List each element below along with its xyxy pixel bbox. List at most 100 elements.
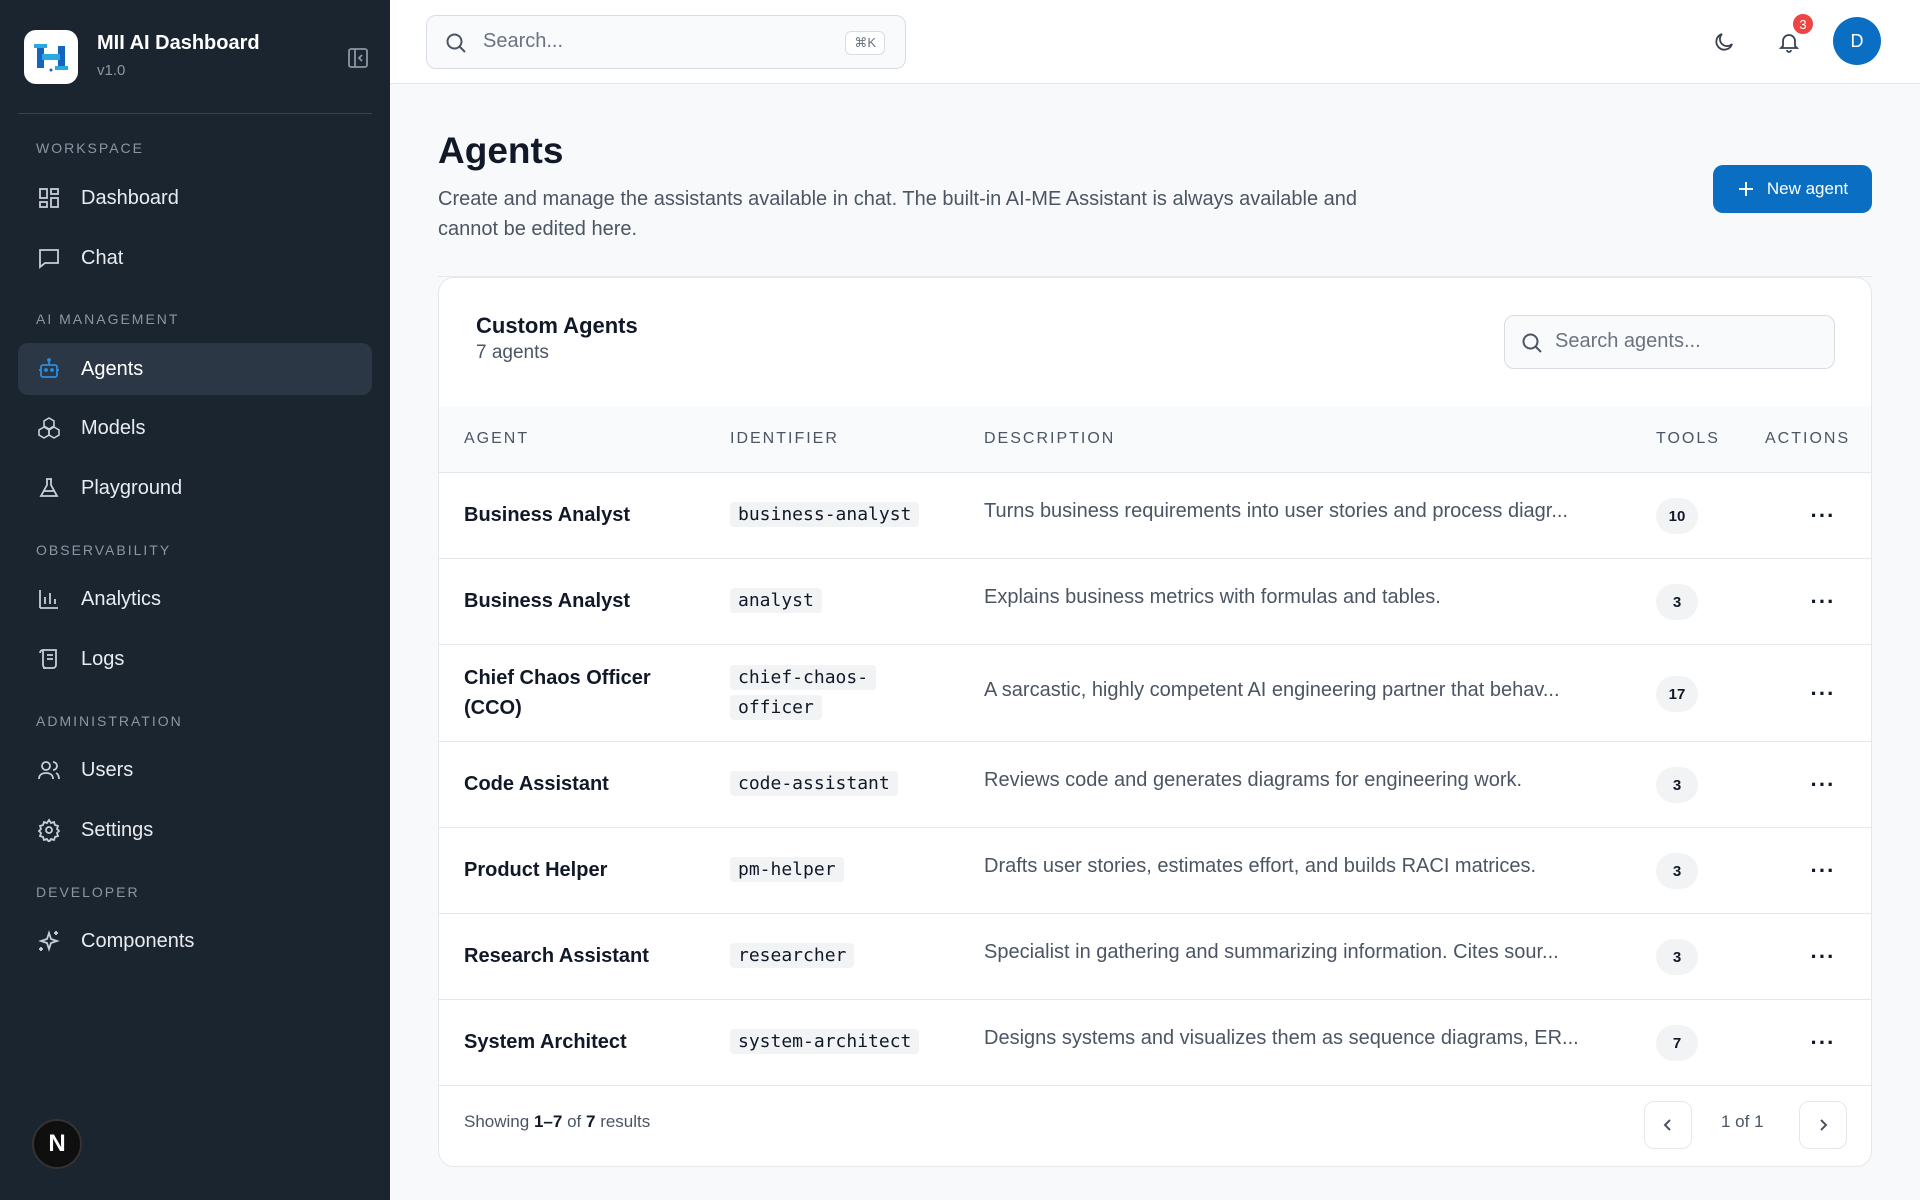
sidebar-item-models[interactable]: Models [18,402,372,454]
sidebar-item-playground[interactable]: Playground [18,462,372,514]
notification-count-badge: 3 [1791,12,1815,36]
theme-toggle-button[interactable] [1706,24,1742,60]
row-actions-menu-button[interactable]: ··· [1805,939,1841,975]
table-row[interactable]: Product Helper pm-helper Drafts user sto… [439,828,1871,914]
pagination-summary: Showing 1–7 of 7 results [464,1112,651,1131]
scroll-icon [36,646,62,672]
row-actions-menu-button[interactable]: ··· [1805,676,1841,712]
column-header-tools[interactable]: TOOLS [1656,430,1720,448]
sidebar-toggle-icon [348,48,368,68]
agent-search-input[interactable]: Search agents... [1504,315,1835,369]
sidebar: MII AI Dashboard v1.0 WORKSPACE Dashboar… [0,0,390,1200]
agent-description: Explains business metrics with formulas … [984,586,1441,608]
agent-identifier: chief-chaos-officer [730,663,880,723]
sidebar-item-label: Playground [81,476,183,499]
table-row[interactable]: System Architect system-architect Design… [439,1000,1871,1086]
flask-icon [36,475,62,501]
row-actions-menu-button[interactable]: ··· [1805,498,1841,534]
row-actions-menu-button[interactable]: ··· [1805,853,1841,889]
agent-identifier: analyst [730,586,970,616]
search-icon [445,32,467,59]
sidebar-item-label: Logs [81,647,125,670]
agent-description: Designs systems and visualizes them as s… [984,1027,1579,1049]
brand-version: v1.0 [97,62,126,79]
sidebar-item-logs[interactable]: Logs [18,633,372,685]
dashboard-grid-icon [36,185,62,211]
row-actions-menu-button[interactable]: ··· [1805,584,1841,620]
sidebar-item-analytics[interactable]: Analytics [18,573,372,625]
agent-identifier: business-analyst [730,500,970,530]
sidebar-item-label: Users [81,758,134,781]
agent-name: Code Assistant [464,773,609,795]
collapse-sidebar-button[interactable] [344,44,372,72]
column-header-identifier[interactable]: IDENTIFIER [730,430,839,448]
tools-count-badge: 10 [1656,498,1698,534]
table-row[interactable]: Chief Chaos Officer (CCO) chief-chaos-of… [439,645,1871,742]
table-row[interactable]: Business Analyst analyst Explains busine… [439,559,1871,645]
bar-chart-icon [36,586,62,612]
sidebar-item-label: Models [81,416,146,439]
robot-icon [36,356,62,382]
tools-count-badge: 3 [1656,853,1698,889]
table-row[interactable]: Code Assistant code-assistant Reviews co… [439,742,1871,828]
agent-identifier: code-assistant [730,769,970,799]
row-actions-menu-button[interactable]: ··· [1805,767,1841,803]
section-label-workspace: WORKSPACE [36,140,144,156]
sidebar-item-agents[interactable]: Agents [18,343,372,395]
search-icon [1521,332,1543,359]
search-shortcut-hint: ⌘K [845,31,885,55]
agent-name: Business Analyst [464,504,630,526]
tools-count-badge: 3 [1656,939,1698,975]
sidebar-item-settings[interactable]: Settings [18,804,372,856]
brand-title: MII AI Dashboard [97,32,260,54]
cubes-icon [36,415,62,441]
agent-name: Research Assistant [464,945,649,967]
framework-badge[interactable]: N [32,1119,82,1169]
chevron-left-icon [1663,1119,1671,1131]
table-header: AGENT IDENTIFIER DESCRIPTION TOOLS ACTIO… [439,406,1871,473]
column-header-description[interactable]: DESCRIPTION [984,430,1115,448]
new-agent-button[interactable]: New agent [1713,165,1872,213]
user-avatar[interactable]: D [1833,17,1881,65]
agents-card: Custom Agents 7 agents Search agents... … [438,277,1872,1167]
logo-icon [34,44,68,72]
agent-search-placeholder: Search agents... [1555,330,1701,352]
sidebar-divider [18,113,372,114]
sidebar-item-label: Analytics [81,587,162,610]
sidebar-item-label: Dashboard [81,186,179,209]
sidebar-item-chat[interactable]: Chat [18,232,372,284]
agent-description: Reviews code and generates diagrams for … [984,769,1523,791]
moon-icon [1715,33,1733,51]
previous-page-button[interactable] [1644,1101,1692,1149]
table-row[interactable]: Business Analyst business-analyst Turns … [439,473,1871,559]
agent-count: 7 agents [476,342,549,363]
chevron-right-icon [1820,1119,1828,1131]
tools-count-badge: 3 [1656,584,1698,620]
card-title: Custom Agents [476,313,638,338]
agent-identifier: researcher [730,941,970,971]
sidebar-item-users[interactable]: Users [18,744,372,796]
sidebar-item-components[interactable]: Components [18,915,372,967]
tools-count-badge: 17 [1656,676,1698,712]
sidebar-item-label: Settings [81,818,154,841]
section-label-observability: OBSERVABILITY [36,542,172,558]
notifications-button[interactable]: 3 [1771,12,1815,60]
plus-icon [1738,182,1753,196]
global-search-input[interactable]: Search... ⌘K [426,15,906,69]
column-header-agent[interactable]: AGENT [464,430,529,448]
next-page-button[interactable] [1799,1101,1847,1149]
section-label-administration: ADMINISTRATION [36,713,183,729]
sidebar-item-dashboard[interactable]: Dashboard [18,172,372,224]
search-placeholder: Search... [483,30,564,52]
agent-name: Business Analyst [464,590,630,612]
table-row[interactable]: Research Assistant researcher Specialist… [439,914,1871,1000]
agent-name: Chief Chaos Officer (CCO) [464,667,651,719]
agent-description: Specialist in gathering and summarizing … [984,941,1559,963]
section-label-developer: DEVELOPER [36,884,140,900]
sparkles-icon [36,928,62,954]
page-title: Agents [438,130,564,171]
agent-name: System Architect [464,1031,627,1053]
row-actions-menu-button[interactable]: ··· [1805,1025,1841,1061]
brand-logo [24,30,78,84]
new-agent-label: New agent [1766,179,1849,198]
